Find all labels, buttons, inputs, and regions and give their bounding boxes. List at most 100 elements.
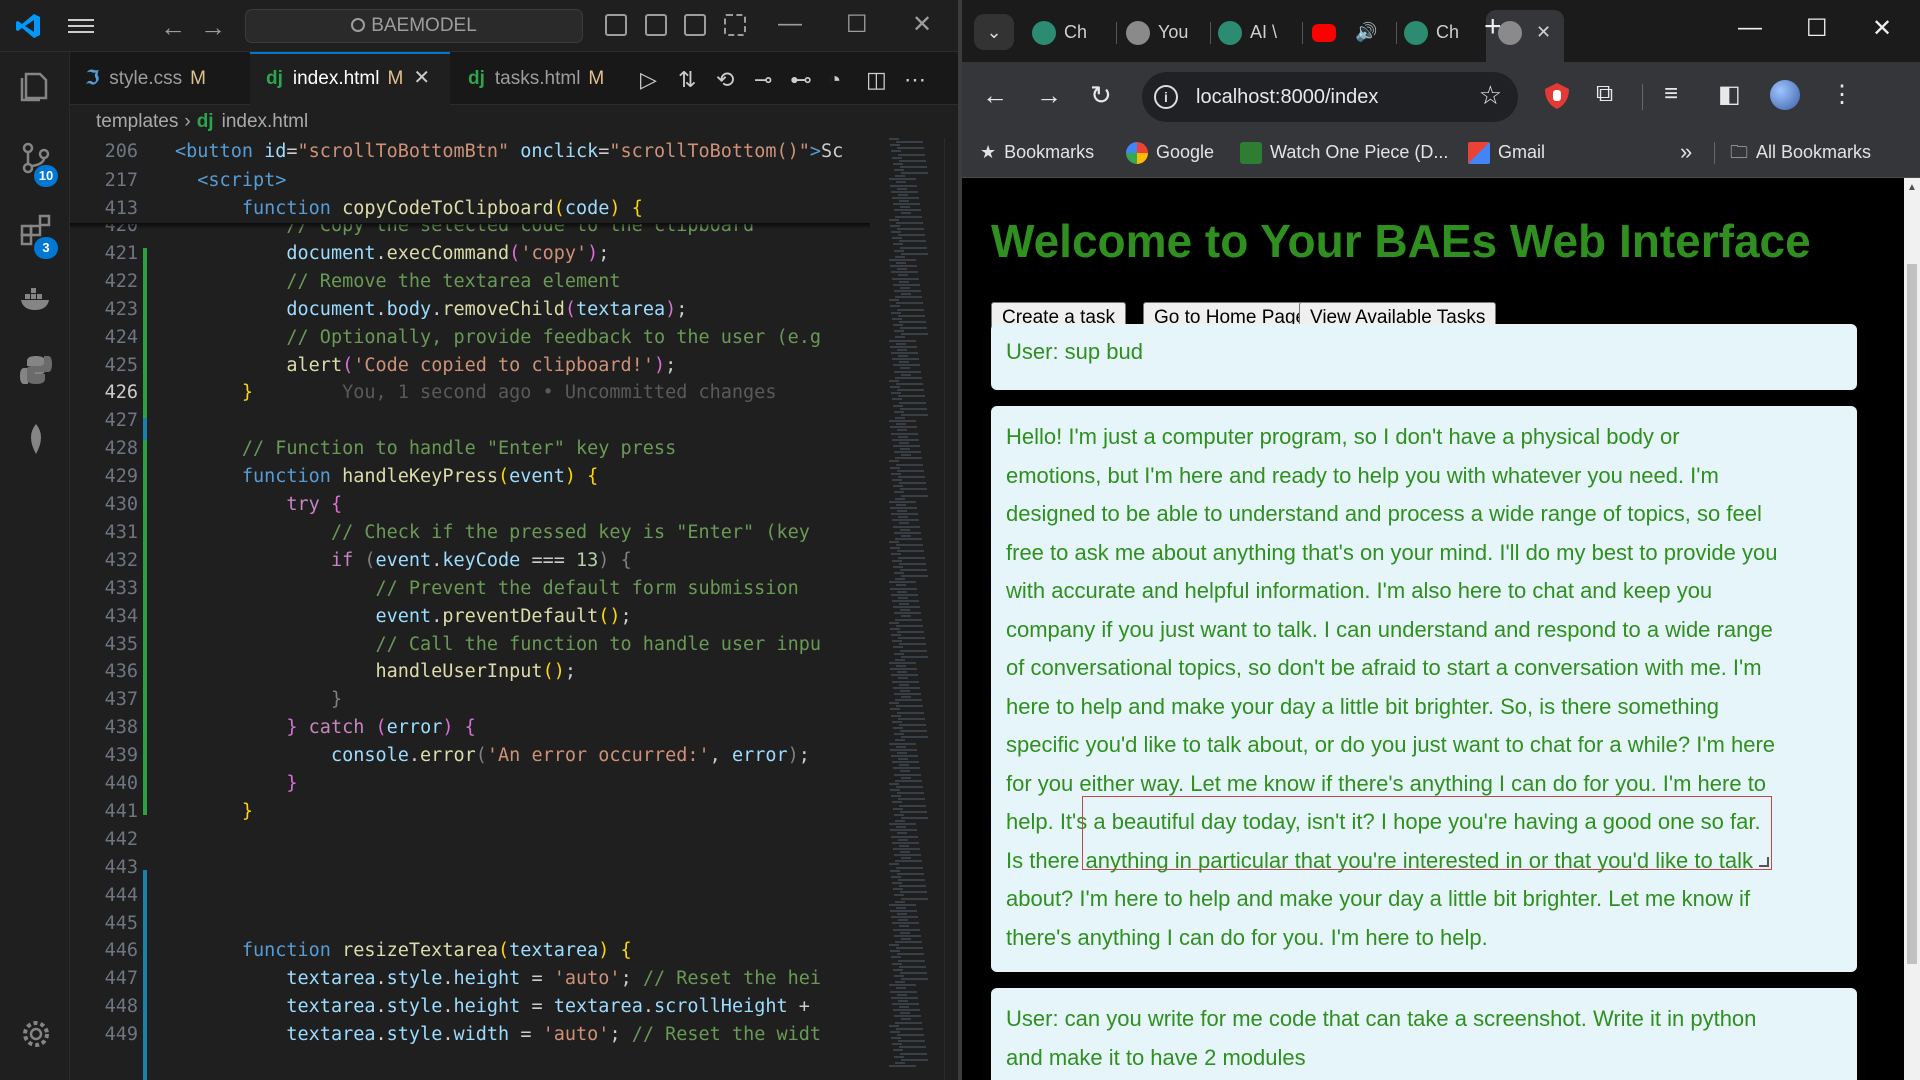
code-line[interactable]: 447 textarea.style.height = 'auto'; // R…: [70, 965, 870, 994]
menu-icon[interactable]: [68, 15, 94, 37]
customize-layout-icon[interactable]: [724, 14, 746, 36]
code-line[interactable]: 424 // Optionally, provide feedback to t…: [70, 324, 870, 353]
code-line[interactable]: 449 textarea.style.width = 'auto'; // Re…: [70, 1021, 870, 1050]
browser-tab[interactable]: You: [1114, 10, 1202, 54]
close-tab-icon[interactable]: ✕: [1536, 22, 1551, 42]
close-window-icon[interactable]: ✕: [1872, 14, 1892, 43]
code-line[interactable]: 442: [70, 826, 870, 855]
back-arrow-icon[interactable]: ←: [982, 80, 1008, 111]
toggle-primary-sidebar-icon[interactable]: [605, 14, 627, 36]
adblock-extension-icon[interactable]: [1544, 82, 1570, 110]
extensions-puzzle-icon[interactable]: ⧉: [1596, 80, 1613, 108]
new-tab-icon[interactable]: +: [1484, 10, 1502, 44]
toggle-secondary-sidebar-icon[interactable]: [684, 14, 706, 36]
page-scrollbar[interactable]: ▲: [1904, 178, 1920, 1080]
minimap[interactable]: [885, 138, 947, 1080]
code-line[interactable]: 446 function resizeTextarea(textarea) {: [70, 937, 870, 966]
split-editor-icon[interactable]: ◫: [866, 67, 887, 93]
docker-icon[interactable]: [18, 282, 54, 318]
code-line[interactable]: 422 // Remove the textarea element: [70, 268, 870, 297]
code-line[interactable]: 426 } You, 1 second ago • Uncommitted ch…: [70, 379, 870, 408]
bookmark-google[interactable]: Google: [1126, 132, 1214, 172]
code-line[interactable]: 430 try {: [70, 491, 870, 520]
side-panel-icon[interactable]: ◧: [1718, 80, 1741, 109]
bookmark-bookmarks[interactable]: ★ Bookmarks: [980, 132, 1094, 172]
back-arrow-icon[interactable]: ←: [160, 12, 186, 43]
command-center-search[interactable]: BAEMODEL: [245, 9, 583, 43]
mongodb-leaf-icon[interactable]: [18, 422, 54, 458]
code-editor[interactable]: 420 // Copy the selected code to the cli…: [70, 138, 870, 1080]
address-bar[interactable]: i localhost:8000/index ☆: [1142, 72, 1518, 122]
code-line[interactable]: 206 <button id="scrollToBottomBtn" onclic…: [70, 138, 870, 167]
browser-tab[interactable]: Ch: [1020, 10, 1108, 54]
code-line[interactable]: 432 if (event.keyCode === 13) {: [70, 547, 870, 576]
more-menu-icon[interactable]: ⋮: [1830, 80, 1854, 109]
tab-style-css[interactable]: ℑstyle.css M: [70, 52, 248, 105]
code-line[interactable]: 428 // Function to handle "Enter" key pr…: [70, 435, 870, 464]
minimize-icon[interactable]: —: [1738, 14, 1762, 42]
go-back-change-icon[interactable]: ⟲: [716, 67, 734, 93]
audio-playing-icon[interactable]: 🔊: [1350, 22, 1377, 42]
next-change-icon[interactable]: ⊷: [790, 67, 812, 93]
browser-tab[interactable]: 🔊: [1300, 10, 1388, 54]
python-icon[interactable]: [18, 352, 54, 388]
tab-index-html[interactable]: dj index.html M ✕: [250, 52, 450, 105]
breadcrumb-file[interactable]: index.html: [222, 111, 309, 132]
breadcrumb-folder[interactable]: templates: [96, 111, 178, 132]
code-line[interactable]: 443: [70, 854, 870, 883]
reload-icon[interactable]: ↻: [1090, 80, 1112, 111]
code-line[interactable]: 440 }: [70, 770, 870, 799]
site-info-icon[interactable]: i: [1154, 85, 1178, 109]
all-bookmarks-folder[interactable]: 🗀 All Bookmarks: [1730, 132, 1871, 172]
timeline-icon[interactable]: ◔: [828, 67, 841, 93]
code-line[interactable]: 435 // Call the function to handle user …: [70, 631, 870, 660]
code-line[interactable]: 429 function handleKeyPress(event) {: [70, 463, 870, 492]
previous-change-icon[interactable]: ⊸: [754, 67, 772, 93]
toggle-panel-icon[interactable]: [645, 14, 667, 36]
code-line[interactable]: 421 document.execCommand('copy');: [70, 240, 870, 269]
code-line[interactable]: 413 function copyCodeToClipboard(code) {: [70, 195, 870, 224]
scrollbar-thumb[interactable]: [1907, 264, 1917, 964]
media-controls-icon[interactable]: ≡: [1664, 80, 1678, 108]
bookmark-star-icon[interactable]: ☆: [1479, 80, 1502, 111]
chat-input-textarea[interactable]: [1082, 796, 1772, 870]
maximize-icon[interactable]: ☐: [1806, 14, 1828, 43]
bookmarks-overflow-icon[interactable]: »: [1680, 132, 1692, 172]
close-window-icon[interactable]: ✕: [912, 10, 932, 39]
run-icon[interactable]: ▷: [640, 67, 657, 93]
code-line[interactable]: 433 // Prevent the default form submissi…: [70, 575, 870, 604]
scroll-up-icon[interactable]: ▲: [1907, 182, 1917, 193]
code-line[interactable]: 439 console.error('An error occurred:', …: [70, 742, 870, 771]
code-line[interactable]: 445: [70, 910, 870, 939]
code-line[interactable]: 438 } catch (error) {: [70, 714, 870, 743]
tab-search-chevron-icon[interactable]: ⌄: [974, 14, 1014, 50]
code-line[interactable]: 437 }: [70, 686, 870, 715]
code-line[interactable]: 217 <script>: [70, 166, 870, 196]
bookmark-gmail[interactable]: Gmail: [1468, 132, 1545, 172]
code-line[interactable]: 448 textarea.style.height = textarea.scr…: [70, 993, 870, 1022]
code-line[interactable]: 425 alert('Code copied to clipboard!');: [70, 352, 870, 381]
resize-grip-icon[interactable]: [1759, 857, 1769, 867]
minimize-icon[interactable]: —: [778, 10, 802, 38]
forward-arrow-icon[interactable]: →: [200, 12, 226, 43]
profile-avatar[interactable]: [1770, 80, 1800, 110]
code-line[interactable]: 431 // Check if the pressed key is "Ente…: [70, 519, 870, 548]
settings-gear-icon[interactable]: [18, 1016, 54, 1052]
maximize-icon[interactable]: ☐: [846, 10, 868, 39]
forward-arrow-icon[interactable]: →: [1036, 80, 1062, 111]
close-tab-icon[interactable]: ✕: [413, 67, 430, 89]
code-line[interactable]: 444: [70, 882, 870, 911]
editor-scrollbar[interactable]: [944, 138, 958, 1080]
browser-tab[interactable]: Ch: [1392, 10, 1480, 54]
code-line[interactable]: 423 document.body.removeChild(textarea);: [70, 296, 870, 325]
more-actions-icon[interactable]: ⋯: [904, 67, 926, 93]
browser-tab[interactable]: AI \: [1206, 10, 1294, 54]
compare-changes-icon[interactable]: ⇅: [678, 67, 696, 93]
explorer-icon[interactable]: [18, 68, 54, 104]
code-line[interactable]: 436 handleUserInput();: [70, 658, 870, 687]
bookmark-watch-one-piece[interactable]: Watch One Piece (D...: [1240, 132, 1448, 172]
code-line[interactable]: 434 event.preventDefault();: [70, 603, 870, 632]
code-line[interactable]: 441 }: [70, 798, 870, 827]
tab-tasks-html[interactable]: dj tasks.html M: [452, 52, 622, 105]
code-line[interactable]: 427: [70, 407, 870, 436]
